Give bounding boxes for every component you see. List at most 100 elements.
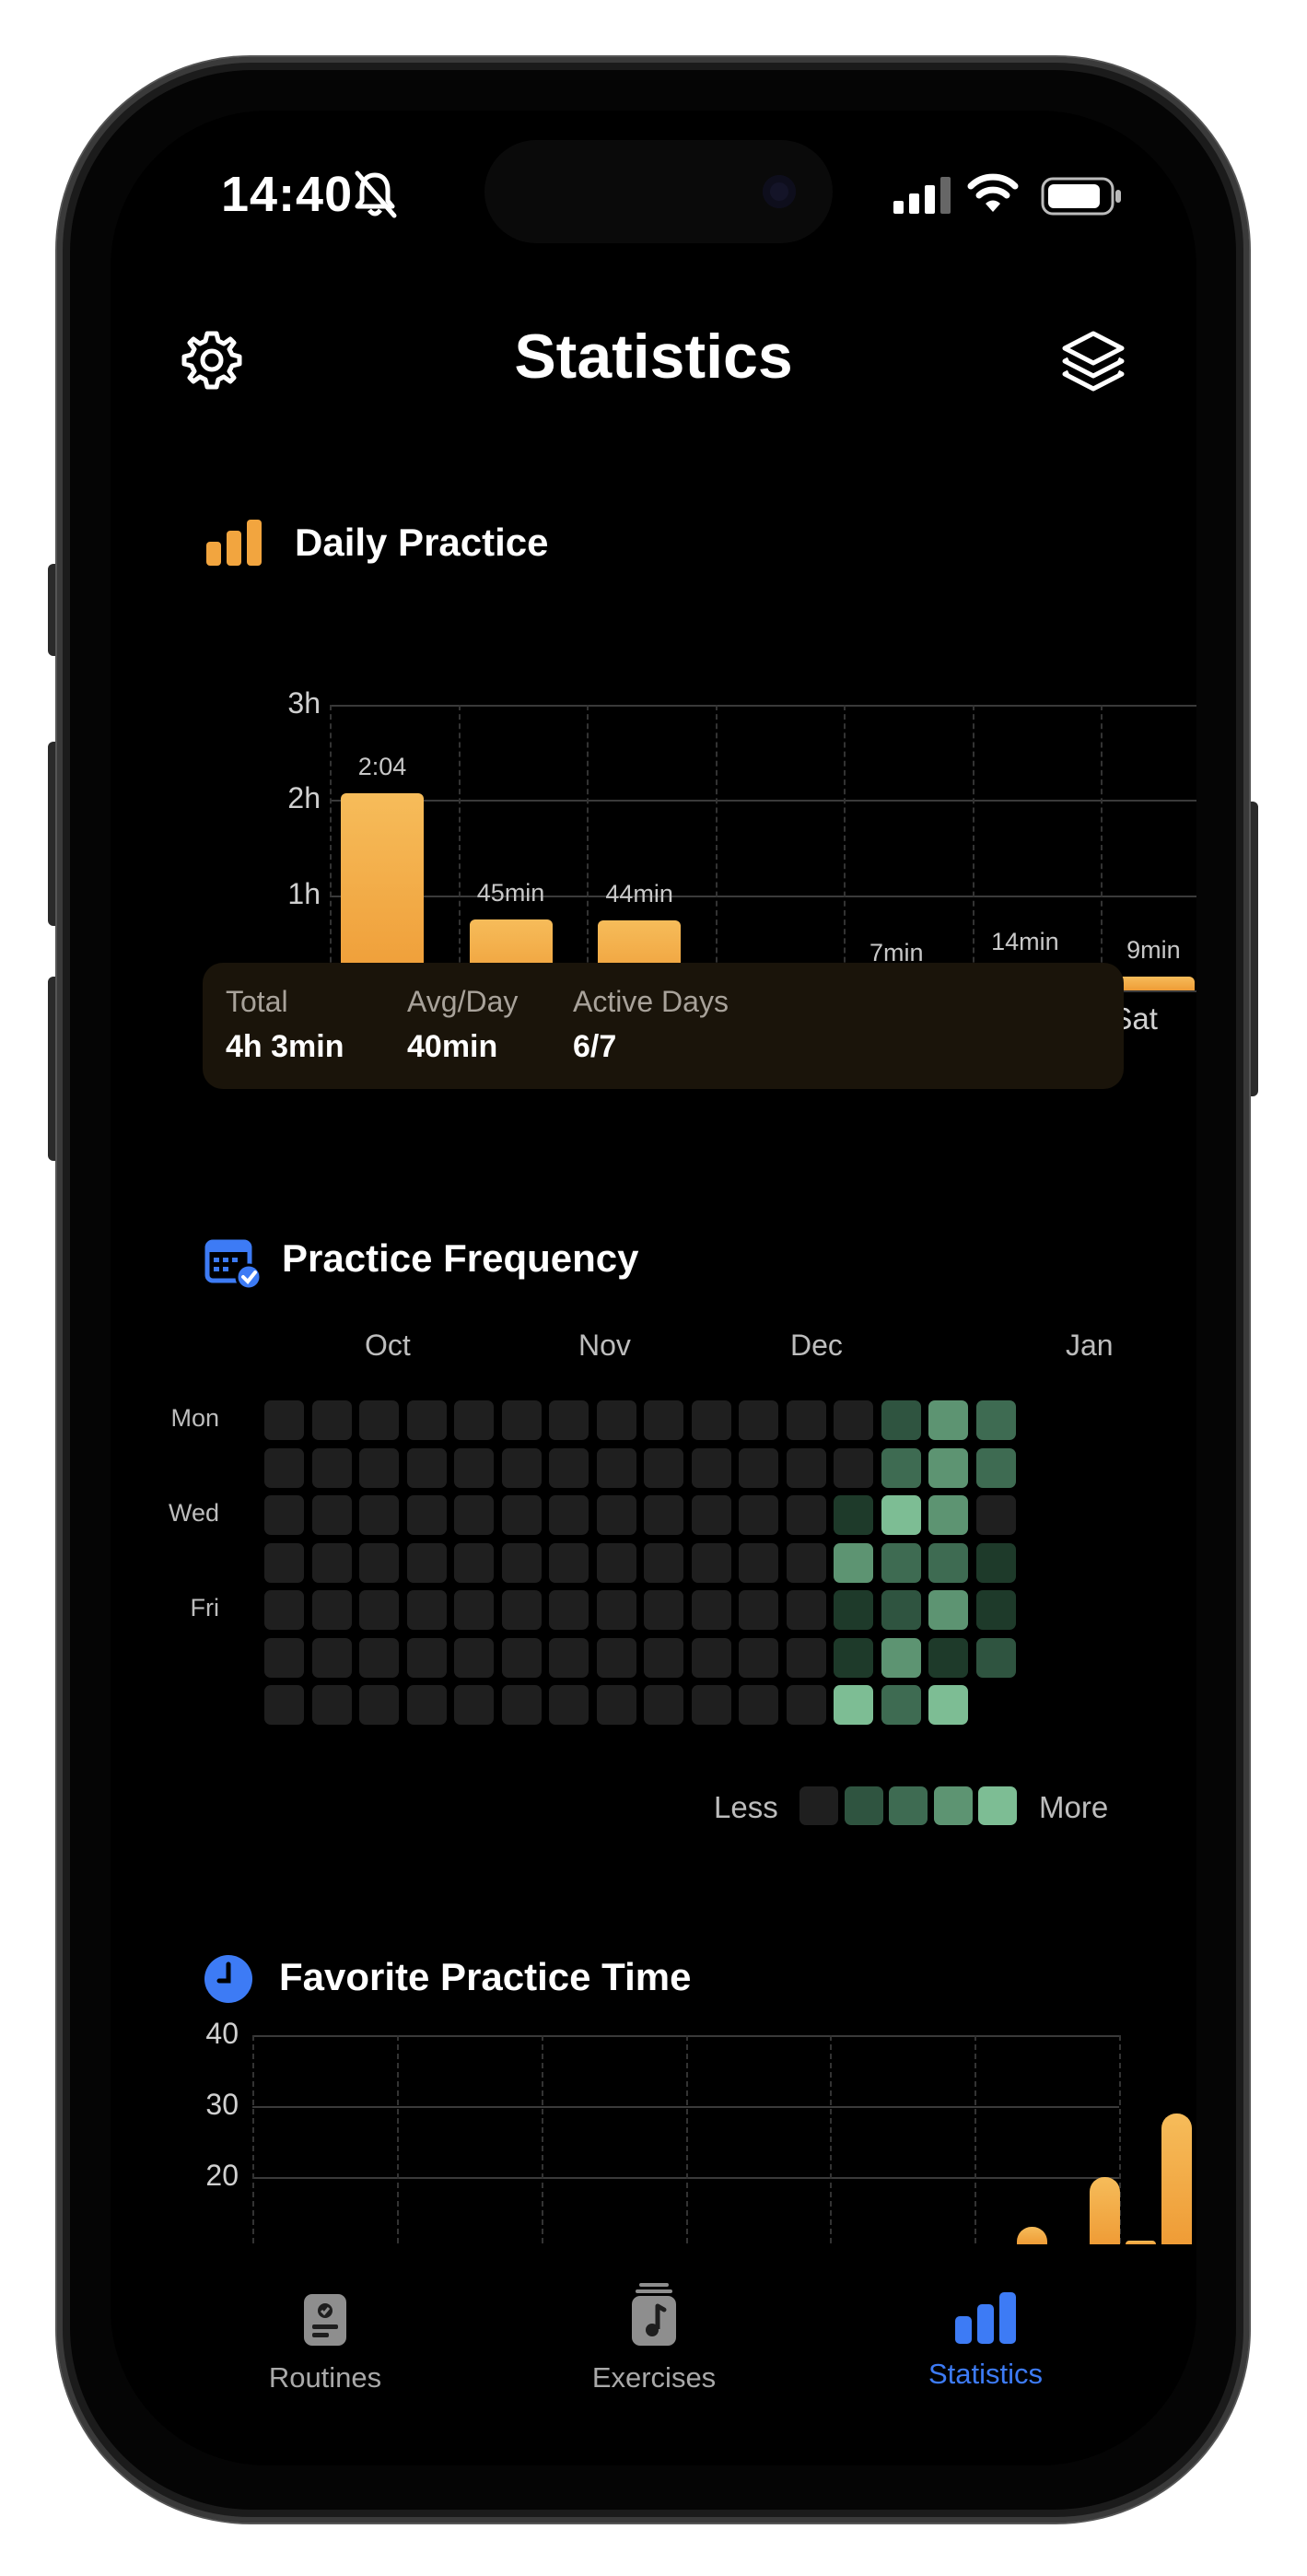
heatmap-cell bbox=[549, 1542, 589, 1583]
heatmap-cell bbox=[786, 1685, 826, 1725]
grid-line bbox=[974, 2035, 977, 2253]
heatmap-cell bbox=[406, 1590, 447, 1630]
heatmap-cell bbox=[834, 1637, 873, 1678]
y-tick-label: 1h bbox=[287, 876, 321, 910]
heatmap-cell bbox=[691, 1542, 731, 1583]
heatmap-cell bbox=[834, 1685, 873, 1725]
cellular-signal-icon bbox=[893, 177, 951, 214]
heatmap-cell bbox=[881, 1495, 921, 1535]
legend-more-label: More bbox=[1039, 1790, 1109, 1824]
clock-icon bbox=[204, 1955, 252, 2003]
grid-line bbox=[396, 2035, 399, 2253]
grid-line bbox=[715, 705, 718, 990]
heatmap-cell bbox=[881, 1637, 921, 1678]
layers-icon[interactable] bbox=[1059, 328, 1127, 394]
heatmap-cell bbox=[928, 1447, 968, 1488]
heatmap-cell bbox=[739, 1495, 778, 1535]
heatmap-cell bbox=[549, 1400, 589, 1440]
heatmap-cell bbox=[975, 1400, 1016, 1440]
month-label: Oct bbox=[365, 1329, 411, 1362]
heatmap-cell bbox=[454, 1685, 494, 1725]
wifi-icon bbox=[967, 173, 1019, 212]
heatmap-cell bbox=[596, 1495, 636, 1535]
legend-less-label: Less bbox=[714, 1790, 778, 1824]
practice-frequency-title: Practice Frequency bbox=[282, 1236, 639, 1280]
bar-value-label: 45min bbox=[476, 878, 545, 907]
heatmap-cell bbox=[454, 1447, 494, 1488]
heatmap-cell bbox=[881, 1590, 921, 1630]
heatmap-cell bbox=[881, 1447, 921, 1488]
tab-statistics[interactable]: Statistics bbox=[847, 2292, 1124, 2391]
heatmap-cell bbox=[359, 1400, 399, 1440]
heatmap-cell bbox=[834, 1542, 873, 1583]
heatmap-cell bbox=[739, 1590, 778, 1630]
grid-line bbox=[252, 2035, 254, 2253]
routines-icon bbox=[304, 2294, 346, 2346]
tab-exercises-label: Exercises bbox=[591, 2361, 717, 2394]
battery-icon bbox=[1041, 177, 1121, 216]
heatmap-cell bbox=[644, 1637, 683, 1678]
heatmap-cell bbox=[644, 1542, 683, 1583]
heatmap-cell bbox=[786, 1447, 826, 1488]
heatmap-cell bbox=[928, 1495, 968, 1535]
heatmap-cell bbox=[311, 1590, 352, 1630]
heatmap-cell bbox=[454, 1495, 494, 1535]
daily-practice-chart: 3h2h1h0.0h2:04Sun45minMon44minTueWed7min… bbox=[166, 590, 1196, 1036]
heatmap-cell bbox=[691, 1447, 731, 1488]
heatmap-cell bbox=[691, 1590, 731, 1630]
heatmap-cell bbox=[264, 1542, 304, 1583]
heatmap-cell bbox=[406, 1637, 447, 1678]
grid-line bbox=[458, 705, 461, 990]
heatmap-cell bbox=[834, 1447, 873, 1488]
bar-chart-icon bbox=[206, 520, 262, 566]
tab-routines[interactable]: Routines bbox=[187, 2292, 463, 2395]
total-label: Total bbox=[226, 985, 288, 1018]
heatmap-cell bbox=[975, 1637, 1016, 1678]
legend-swatch bbox=[978, 1786, 1017, 1825]
heatmap-cell bbox=[975, 1447, 1016, 1488]
y-tick-label: 40 bbox=[205, 2017, 239, 2050]
heatmap-cell bbox=[928, 1400, 968, 1440]
heatmap-cell bbox=[359, 1685, 399, 1725]
heatmap-cell bbox=[928, 1590, 968, 1630]
heatmap-cell bbox=[975, 1590, 1016, 1630]
heatmap-cell bbox=[501, 1590, 542, 1630]
grid-line bbox=[330, 705, 332, 990]
heatmap-cell bbox=[501, 1685, 542, 1725]
heatmap-cell bbox=[311, 1637, 352, 1678]
active-days-value: 6/7 bbox=[573, 1029, 617, 1064]
bar-value-label: 2:04 bbox=[357, 753, 407, 781]
status-time: 14:40 bbox=[221, 167, 354, 222]
heatmap-cell bbox=[834, 1400, 873, 1440]
heatmap-cell bbox=[501, 1495, 542, 1535]
grid-line bbox=[830, 2035, 833, 2253]
bar-value-label: 44min bbox=[605, 880, 673, 908]
heatmap-cell bbox=[834, 1495, 873, 1535]
heatmap-cell bbox=[501, 1400, 542, 1440]
heatmap-cell bbox=[928, 1685, 968, 1725]
heatmap-cell bbox=[786, 1637, 826, 1678]
bar bbox=[1089, 2177, 1120, 2244]
heatmap-cell bbox=[406, 1685, 447, 1725]
legend-swatch bbox=[799, 1786, 838, 1825]
tab-exercises[interactable]: Exercises bbox=[516, 2281, 792, 2395]
heatmap-cell bbox=[264, 1495, 304, 1535]
heatmap-cell bbox=[549, 1590, 589, 1630]
total-value: 4h 3min bbox=[226, 1029, 344, 1064]
app-screen: 14:40 Statistics Daily Practice 3h 2h 1h bbox=[111, 111, 1196, 2465]
heatmap-cell bbox=[596, 1685, 636, 1725]
heatmap-cell bbox=[739, 1542, 778, 1583]
summary-card: Total 4h 3min Avg/Day 40min Active Days … bbox=[203, 963, 1124, 1089]
heatmap-cell bbox=[691, 1637, 731, 1678]
heatmap-cell bbox=[786, 1495, 826, 1535]
heatmap-cell bbox=[406, 1542, 447, 1583]
month-label: Dec bbox=[790, 1329, 843, 1362]
heatmap-cell bbox=[549, 1495, 589, 1535]
bar bbox=[1112, 976, 1196, 990]
heatmap-cell bbox=[691, 1495, 731, 1535]
tab-statistics-label: Statistics bbox=[928, 2358, 1044, 2390]
camera-icon bbox=[763, 175, 796, 208]
heatmap-cell bbox=[596, 1400, 636, 1440]
tab-routines-label: Routines bbox=[268, 2361, 382, 2394]
heatmap-cell bbox=[881, 1685, 921, 1725]
